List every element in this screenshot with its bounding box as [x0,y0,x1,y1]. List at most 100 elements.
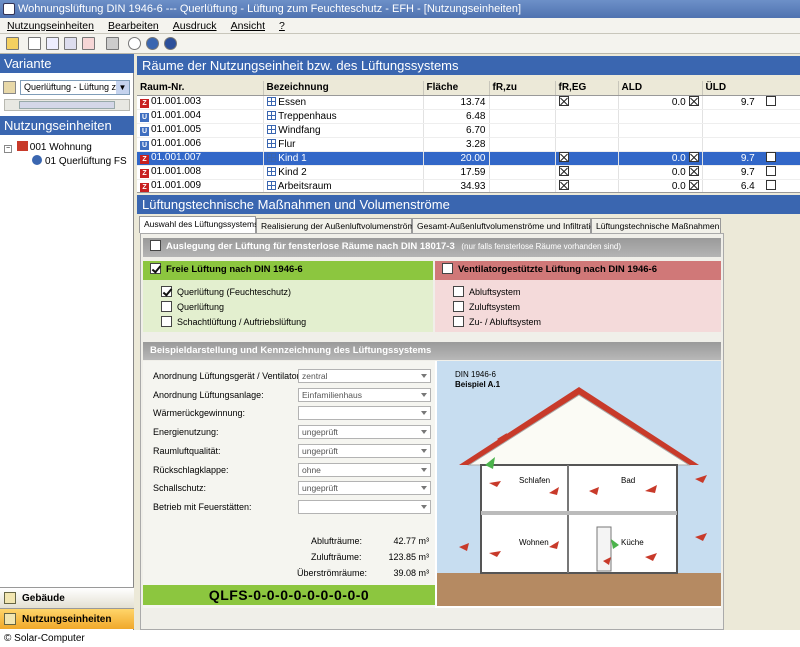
cell-frzu[interactable] [489,95,556,110]
cell-freg[interactable] [555,151,619,166]
cell-frzu[interactable] [489,165,556,180]
form-dropdown[interactable] [298,406,431,421]
tab-auswahl[interactable]: Auswahl des Lüftungssystems [139,216,258,233]
uld-checkbox[interactable] [765,166,776,176]
cell-uld[interactable] [702,109,800,124]
cell-bezeichnung[interactable]: Arbeitsraum [263,179,424,192]
ald-checkbox[interactable] [688,96,699,106]
cell-raum-nr[interactable]: Z 01.001.003 [137,95,264,110]
table-row[interactable]: Z 01.001.007 Kind 1 20.00 0.0 9.7 [137,151,800,166]
uld-checkbox[interactable] [765,96,776,106]
cell-uld[interactable] [702,123,800,138]
opt-querlueftung[interactable]: Querlüftung [161,301,224,312]
form-dropdown[interactable]: ohne [298,462,431,477]
cell-flaeche[interactable]: 34.93 [423,179,490,192]
cell-bezeichnung[interactable]: Essen [263,95,424,110]
col-bezeichnung[interactable]: Bezeichnung [263,81,424,96]
col-frzu[interactable]: fR,zu [489,81,556,96]
cell-uld[interactable]: 9.7 [702,165,800,180]
opt-schacht-checkbox[interactable] [161,316,172,327]
freg-checkbox[interactable] [558,152,569,162]
cell-raum-nr[interactable]: U 01.001.005 [137,123,264,138]
table-row[interactable]: U 01.001.004 Treppenhaus 6.48 [137,109,800,124]
form-dropdown[interactable]: ungeprüft [298,481,431,496]
cell-raum-nr[interactable]: Z 01.001.007 [137,151,264,166]
nav-nutzungseinheiten[interactable]: Nutzungseinheiten [0,608,134,629]
freie-lueftung-checkbox[interactable] [150,263,161,274]
tab-massnahmen[interactable]: Lüftungstechnische Maßnahmen [591,218,721,233]
collapse-icon[interactable]: − [4,145,12,153]
form-dropdown[interactable]: ungeprüft [298,443,431,458]
cell-ald[interactable] [618,109,703,124]
cell-flaeche[interactable]: 17.59 [423,165,490,180]
scrollbar-thumb[interactable] [19,101,115,109]
print-icon[interactable] [106,37,119,50]
cell-freg[interactable] [555,165,619,180]
opt-zuluft[interactable]: Zuluftsystem [453,301,520,312]
cell-flaeche[interactable]: 13.74 [423,95,490,110]
cell-ald[interactable]: 0.0 [618,179,703,192]
cell-frzu[interactable] [489,123,556,138]
cell-ald[interactable] [618,137,703,152]
uld-checkbox[interactable] [765,152,776,162]
col-raum-nr[interactable]: Raum-Nr. [137,81,264,96]
col-flaeche[interactable]: Fläche [423,81,490,96]
table-row[interactable]: Z 01.001.003 Essen 13.74 0.0 9.7 [137,95,800,110]
form-dropdown[interactable]: Einfamilienhaus [298,387,431,402]
menu-help[interactable]: ? [272,18,292,34]
table-row[interactable]: Z 01.001.008 Kind 2 17.59 0.0 9.7 [137,165,800,180]
cell-frzu[interactable] [489,151,556,166]
copy-icon[interactable] [46,37,59,50]
cell-ald[interactable] [618,123,703,138]
cell-ald[interactable]: 0.0 [618,165,703,180]
new-document-icon[interactable] [28,37,41,50]
table-row[interactable]: U 01.001.005 Windfang 6.70 [137,123,800,138]
table-row[interactable]: U 01.001.006 Flur 3.28 [137,137,800,152]
tab-realisierung[interactable]: Realisierung der Außenluftvolumenströme [256,218,419,233]
cell-flaeche[interactable]: 6.48 [423,109,490,124]
cell-freg[interactable] [555,95,619,110]
paste-icon[interactable] [64,37,77,50]
cell-raum-nr[interactable]: Z 01.001.008 [137,165,264,180]
menu-ausdruck[interactable]: Ausdruck [166,18,224,34]
ventilator-checkbox[interactable] [442,263,453,274]
chevron-down-icon[interactable]: ▼ [116,81,129,94]
uld-checkbox[interactable] [765,180,776,190]
menu-nutzungseinheiten[interactable]: Nutzungseinheiten [0,18,101,34]
opt-abluft-checkbox[interactable] [453,286,464,297]
cell-bezeichnung[interactable]: Windfang [263,123,424,138]
cell-flaeche[interactable]: 20.00 [423,151,490,166]
form-dropdown[interactable]: zentral [298,369,431,383]
form-dropdown[interactable]: ungeprüft [298,425,431,440]
tab-gesamt[interactable]: Gesamt-Außenluftvolumenströme und Infilt… [412,218,600,233]
cell-frzu[interactable] [489,179,556,192]
delete-icon[interactable] [82,37,95,50]
globe-icon[interactable] [146,37,159,50]
cell-uld[interactable]: 6.4 [702,179,800,192]
menu-ansicht[interactable]: Ansicht [224,18,272,34]
freg-checkbox[interactable] [558,180,569,190]
cell-flaeche[interactable]: 3.28 [423,137,490,152]
opt-zuabluft-checkbox[interactable] [453,316,464,327]
opt-zuluft-checkbox[interactable] [453,301,464,312]
freg-checkbox[interactable] [558,166,569,176]
cell-frzu[interactable] [489,109,556,124]
col-uld[interactable]: ÜLD [702,81,800,96]
col-ald[interactable]: ALD [618,81,703,96]
opt-schachtlueftung[interactable]: Schachtlüftung / Auftriebslüftung [161,316,306,327]
help-icon[interactable] [164,37,177,50]
search-icon[interactable] [128,37,141,50]
auslegung-checkbox[interactable] [150,240,161,251]
ald-checkbox[interactable] [688,166,699,176]
form-dropdown[interactable] [298,499,431,514]
folder-icon[interactable] [6,37,19,50]
cell-freg[interactable] [555,109,619,124]
opt-querlueftung-fs-checkbox[interactable] [161,286,172,297]
cell-bezeichnung[interactable]: Kind 1 [263,151,424,166]
menu-bearbeiten[interactable]: Bearbeiten [101,18,166,34]
nav-gebaeude[interactable]: Gebäude [0,587,134,608]
opt-querlueftung-checkbox[interactable] [161,301,172,312]
ald-checkbox[interactable] [688,180,699,190]
cell-uld[interactable] [702,137,800,152]
cell-raum-nr[interactable]: Z 01.001.009 [137,179,264,192]
